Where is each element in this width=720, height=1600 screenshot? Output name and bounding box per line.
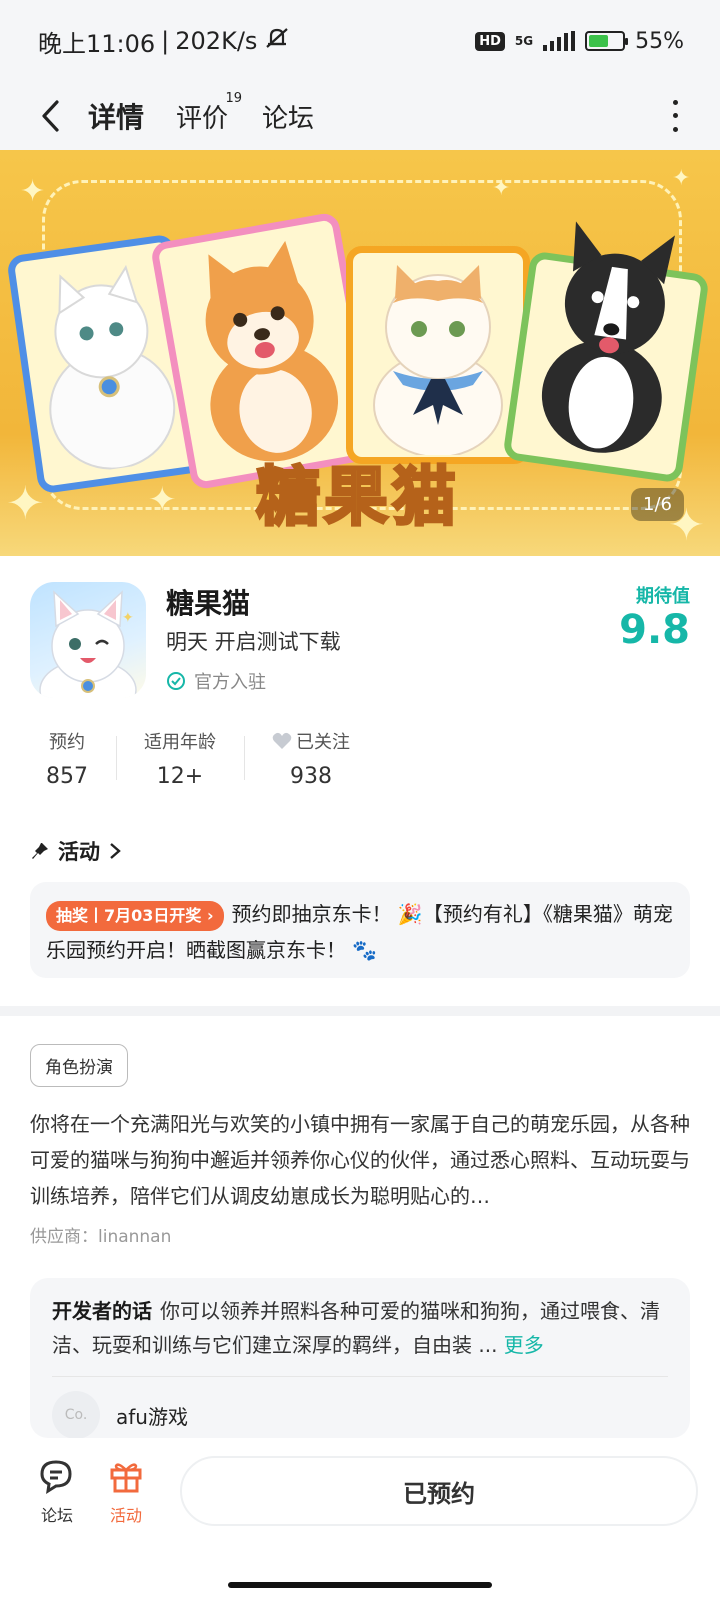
- nav-bar: 详情 评价 19 论坛: [0, 82, 720, 150]
- banner-page-indicator: 1/6: [631, 488, 684, 521]
- developer-row[interactable]: Co. afu游戏: [52, 1391, 668, 1438]
- signal-icon: [543, 31, 576, 51]
- tab-forum-label: 论坛: [262, 103, 315, 134]
- stats-row: 预约 857 适用年龄 12+ 已关注 938: [30, 728, 378, 789]
- verified-check-icon: [167, 672, 185, 690]
- genre-tag[interactable]: 角色扮演: [30, 1044, 128, 1087]
- tab-forum[interactable]: 论坛: [262, 91, 314, 141]
- expectation-value: 9.8: [619, 607, 690, 653]
- battery-percent: 55%: [635, 28, 684, 54]
- battery-icon: [585, 31, 629, 51]
- forum-chat-icon: [40, 1460, 72, 1494]
- official-badge: 官方入驻: [166, 668, 266, 694]
- developer-note-label: 开发者的话: [52, 1299, 152, 1323]
- forum-label: 论坛: [40, 1506, 73, 1525]
- more-options-icon[interactable]: [670, 96, 680, 136]
- stat-value: 12+: [156, 764, 204, 789]
- lottery-tag: 抽奖丨7月03日开奖 ›: [46, 900, 224, 931]
- activity-heading: 活动: [58, 840, 100, 864]
- activity-card[interactable]: 抽奖丨7月03日开奖 › 预约即抽京东卡！ 🎉【预约有礼】《糖果猫》萌宠乐园预约开…: [30, 882, 690, 978]
- developer-separator: [52, 1376, 668, 1377]
- stat-following-label-row: 已关注: [272, 728, 350, 754]
- release-info: 明天 开启测试下载: [166, 630, 341, 654]
- sparkle-icon: ✦: [148, 480, 177, 520]
- reserved-button[interactable]: 已预约: [180, 1456, 698, 1526]
- stat-label: 已关注: [296, 732, 350, 753]
- back-button[interactable]: [30, 96, 70, 136]
- stat-value: 857: [46, 764, 88, 789]
- activity-button[interactable]: 活动: [108, 1458, 144, 1526]
- developer-note: 开发者的话 你可以领养并照料各种可爱的猫咪和狗狗，通过喂食、清洁、玩耍和训练与它们…: [52, 1294, 668, 1362]
- lottery-tag-label: 抽奖丨7月03日开奖: [56, 905, 202, 925]
- mute-bell-icon: [263, 26, 291, 56]
- status-separator: |: [161, 27, 170, 55]
- sparkle-icon: ✦: [672, 166, 691, 191]
- reviews-count-badge: 19: [225, 91, 243, 106]
- exotic-cat-illustration: [373, 265, 503, 455]
- stat-label: 适用年龄: [144, 732, 216, 753]
- cat-app-icon-illustration: ✦: [39, 590, 137, 698]
- stat-following[interactable]: 已关注 938: [244, 728, 378, 789]
- banner-title: 糖果猫: [255, 459, 460, 537]
- activity-header[interactable]: 活动: [30, 836, 122, 866]
- activity-label: 活动: [109, 1506, 142, 1525]
- home-indicator[interactable]: [228, 1582, 492, 1588]
- tab-details-label: 详情: [88, 101, 145, 134]
- gift-icon: [110, 1463, 142, 1493]
- expectation-score: 期待值 9.8: [619, 582, 690, 652]
- pet-card-exotic-cat: [346, 246, 530, 464]
- sparkle-icon: ✦: [492, 176, 511, 201]
- tab-reviews-label: 评价: [176, 103, 229, 134]
- more-link[interactable]: 更多: [504, 1333, 544, 1357]
- developer-avatar: Co.: [52, 1391, 100, 1438]
- stat-reservations: 预约 857: [30, 728, 116, 789]
- developer-card: 开发者的话 你可以领养并照料各种可爱的猫咪和狗狗，通过喂食、清洁、玩耍和训练与它们…: [30, 1278, 690, 1438]
- app-info: ✦ 糖果猫 明天 开启测试下载 官方入驻 期待值 9.8: [30, 582, 690, 702]
- bottom-action-bar: 论坛 活动 已预约: [0, 1438, 720, 1600]
- hd-badge: HD: [475, 31, 505, 51]
- supplier-label: 供应商：linannan: [30, 1227, 172, 1247]
- stat-value: 938: [290, 764, 332, 789]
- status-right: HD 5G 55%: [475, 29, 684, 54]
- status-speed: 202K/s: [175, 27, 258, 55]
- svg-text:✦: ✦: [122, 610, 134, 626]
- tab-details[interactable]: 详情: [85, 91, 147, 141]
- shiba-dog-illustration: [205, 240, 339, 462]
- official-label: 官方入驻: [194, 672, 266, 693]
- expectation-label: 期待值: [636, 586, 690, 607]
- stat-age-rating: 适用年龄 12+: [116, 728, 244, 789]
- status-time: 晚上11:06: [38, 29, 156, 58]
- developer-name: afu游戏: [116, 1404, 188, 1429]
- pin-icon: [32, 843, 48, 859]
- app-icon: ✦: [30, 582, 146, 698]
- heart-icon: [272, 732, 292, 749]
- game-description[interactable]: 你将在一个充满阳光与欢笑的小镇中拥有一家属于自己的萌宠乐园，从各种可爱的猫咪与狗…: [30, 1106, 692, 1214]
- status-bar: 晚上11:06 | 202K/s HD 5G 55%: [0, 0, 720, 82]
- chevron-right-icon: [110, 843, 121, 859]
- section-divider: [0, 1006, 720, 1016]
- sparkle-icon: ✦: [20, 174, 46, 209]
- pet-card-border-collie: [502, 221, 710, 484]
- border-collie-illustration: [541, 221, 675, 453]
- network-label: 5G: [514, 34, 534, 48]
- app-name: 糖果猫: [166, 587, 251, 620]
- banner-carousel[interactable]: ✦ ✦ ✦ ✦ ✦ ✦ 糖果猫 1/6: [0, 150, 720, 556]
- forum-button[interactable]: 论坛: [38, 1458, 76, 1526]
- status-left: 晚上11:06 | 202K/s: [38, 24, 291, 59]
- chevron-left-icon: [42, 100, 59, 132]
- tab-reviews[interactable]: 评价 19: [176, 91, 242, 141]
- stat-label: 预约: [49, 732, 85, 753]
